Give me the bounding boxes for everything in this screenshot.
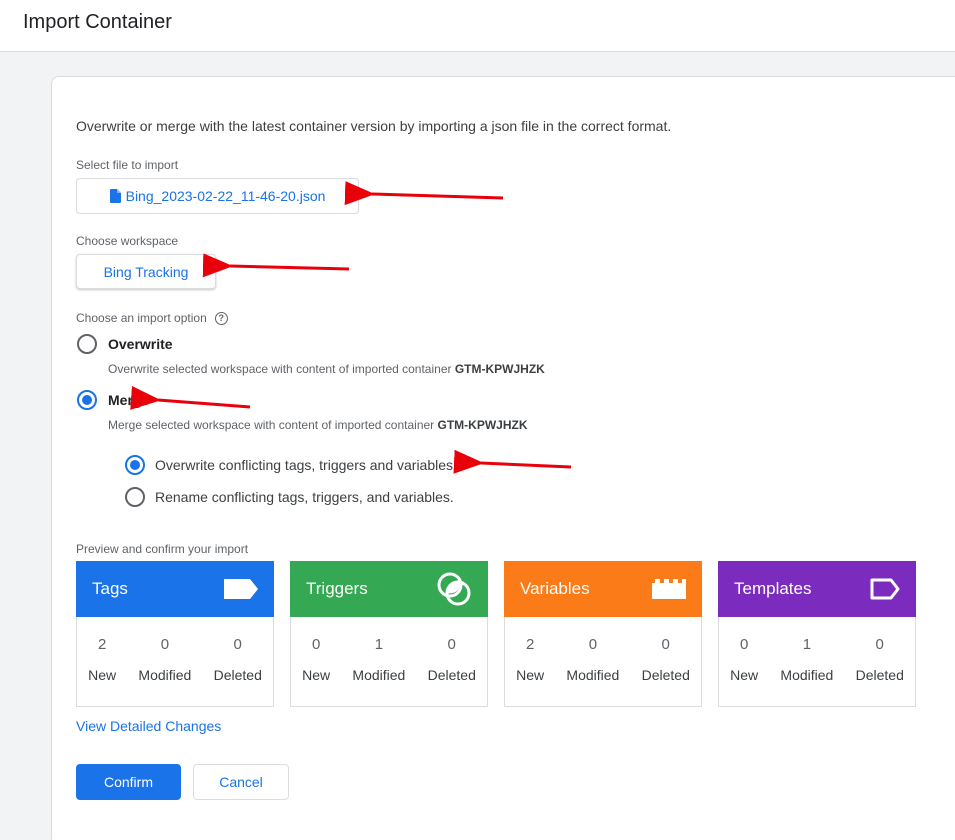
trigger-icon [437,572,471,606]
triggers-tile-title: Triggers [306,579,368,598]
overwrite-container-id: GTM-KPWJHZK [454,362,545,376]
variables-modified-count: 0 [588,636,598,653]
choose-workspace-button[interactable]: Bing Tracking [76,254,216,289]
variables-tile-header: Variables [504,561,702,617]
tags-deleted-count: 0 [233,636,242,653]
merge-option-desc: Merge selected workspace with content of… [108,418,528,432]
select-file-button[interactable]: Bing_2023-02-22_11-46-20.json [76,178,359,214]
merge-container-id: GTM-KPWJHZK [437,418,528,432]
merge-radio[interactable] [77,390,97,410]
workspace-label: Choose workspace [76,234,179,248]
merge-option-title: Merge [108,392,150,408]
tags-new-count: 2 [97,636,107,653]
conflict-overwrite-label: Overwrite conflicting tags, triggers and… [155,457,457,473]
tags-modified-caption: Modified [138,667,192,683]
variables-tile: Variables 2 New 0 Modified 0 Deleted [504,561,702,707]
import-container-card: Overwrite or merge with the latest conta… [51,76,955,840]
variables-new-caption: New [516,667,545,683]
templates-tile: Templates 0 New 1 Modified 0 Deleted [718,561,916,707]
conflict-overwrite-radio[interactable] [125,455,145,475]
triggers-modified-caption: Modified [352,667,406,683]
tags-new-caption: New [88,667,117,683]
top-bar: Import Container [0,0,955,52]
variables-tile-title: Variables [520,579,590,598]
cancel-button[interactable]: Cancel [193,764,289,800]
overwrite-option-desc: Overwrite selected workspace with conten… [108,362,545,376]
templates-tile-title: Templates [734,579,812,598]
templates-deleted-caption: Deleted [855,667,904,683]
triggers-deleted-count: 0 [447,636,456,653]
templates-tile-header: Templates [718,561,916,617]
triggers-new-count: 0 [311,636,321,653]
preview-label: Preview and confirm your import [76,542,249,556]
templates-modified-caption: Modified [780,667,834,683]
help-icon[interactable]: ? [214,311,228,325]
overwrite-option-title: Overwrite [108,336,173,352]
overwrite-radio[interactable] [77,334,97,354]
import-option-label: Choose an import option [76,311,207,325]
intro-text: Overwrite or merge with the latest conta… [76,118,672,134]
variables-deleted-count: 0 [661,636,670,653]
overwrite-desc-text: Overwrite selected workspace with conten… [108,362,455,376]
variables-new-count: 2 [525,636,535,653]
template-tag-outline-icon [870,578,900,600]
templates-new-caption: New [730,667,759,683]
templates-modified-count: 1 [802,636,812,653]
triggers-tile: Triggers 0 New 1 Modified 0 Deleted [290,561,488,707]
tags-tile: Tags 2 New 0 Modified 0 Deleted [76,561,274,707]
triggers-new-caption: New [302,667,331,683]
conflict-rename-label: Rename conflicting tags, triggers, and v… [155,489,454,505]
variables-modified-caption: Modified [566,667,620,683]
tags-tile-header: Tags [76,561,274,617]
variable-blocks-icon [652,579,686,599]
variables-deleted-caption: Deleted [641,667,690,683]
tag-icon [224,579,258,599]
triggers-deleted-caption: Deleted [427,667,476,683]
triggers-tile-header: Triggers [290,561,488,617]
file-name: Bing_2023-02-22_11-46-20.json [125,188,326,204]
file-label: Select file to import [76,158,179,172]
merge-desc-text: Merge selected workspace with content of… [108,418,438,432]
import-option-label-row: Choose an import option ? [76,311,228,325]
triggers-modified-count: 1 [374,636,384,653]
tags-tile-title: Tags [92,579,128,598]
view-detailed-changes-link[interactable]: View Detailed Changes [76,718,221,734]
tags-deleted-caption: Deleted [213,667,262,683]
templates-new-count: 0 [739,636,749,653]
confirm-button[interactable]: Confirm [76,764,181,800]
file-icon [109,189,121,203]
templates-deleted-count: 0 [875,636,884,653]
tags-modified-count: 0 [160,636,170,653]
page-title: Import Container [23,11,172,33]
conflict-rename-radio[interactable] [125,487,145,507]
